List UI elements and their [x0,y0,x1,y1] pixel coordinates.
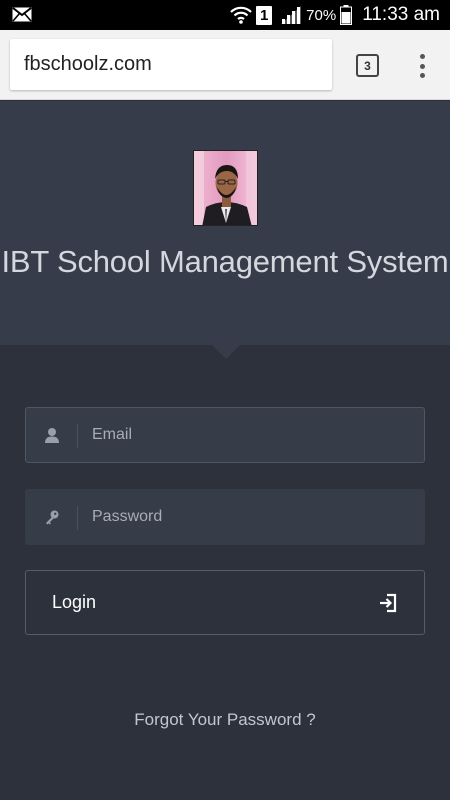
battery-percent: 70% [306,6,337,24]
battery-icon [340,5,353,25]
forgot-password-link[interactable]: Forgot Your Password ? [0,710,450,730]
key-icon-wrap [26,490,78,544]
menu-dot-icon [419,73,425,78]
menu-dot-icon [419,54,425,59]
status-indicators: 1 70% 11:33 am [230,0,440,30]
browser-toolbar: fbschoolz.com 3 [0,30,450,100]
status-bar: 1 70% 11:33 am [0,0,450,30]
password-input[interactable] [78,490,424,544]
sim-badge: 1 [256,5,273,25]
password-field[interactable] [25,489,425,545]
key-icon [46,510,59,525]
profile-avatar [193,150,258,226]
mail-icon [12,7,32,22]
menu-dot-icon [419,63,425,69]
login-header: IBT School Management System [0,101,450,345]
login-button[interactable]: Login [25,570,425,635]
avatar-photo [194,151,257,225]
header-caret [212,345,240,359]
tab-switcher-button[interactable]: 3 [356,54,379,77]
user-icon-wrap [26,408,78,462]
login-button-label: Login [52,592,97,612]
wifi-icon [230,6,252,24]
email-input[interactable] [78,408,424,462]
clock: 11:33 am [362,4,440,25]
site-title: IBT School Management System [1,244,449,279]
url-bar[interactable]: fbschoolz.com [10,39,332,90]
email-field[interactable] [25,407,425,463]
user-icon [45,428,59,443]
sign-in-icon [380,593,397,612]
overflow-menu-button[interactable] [411,52,433,80]
signal-icon [281,6,302,24]
